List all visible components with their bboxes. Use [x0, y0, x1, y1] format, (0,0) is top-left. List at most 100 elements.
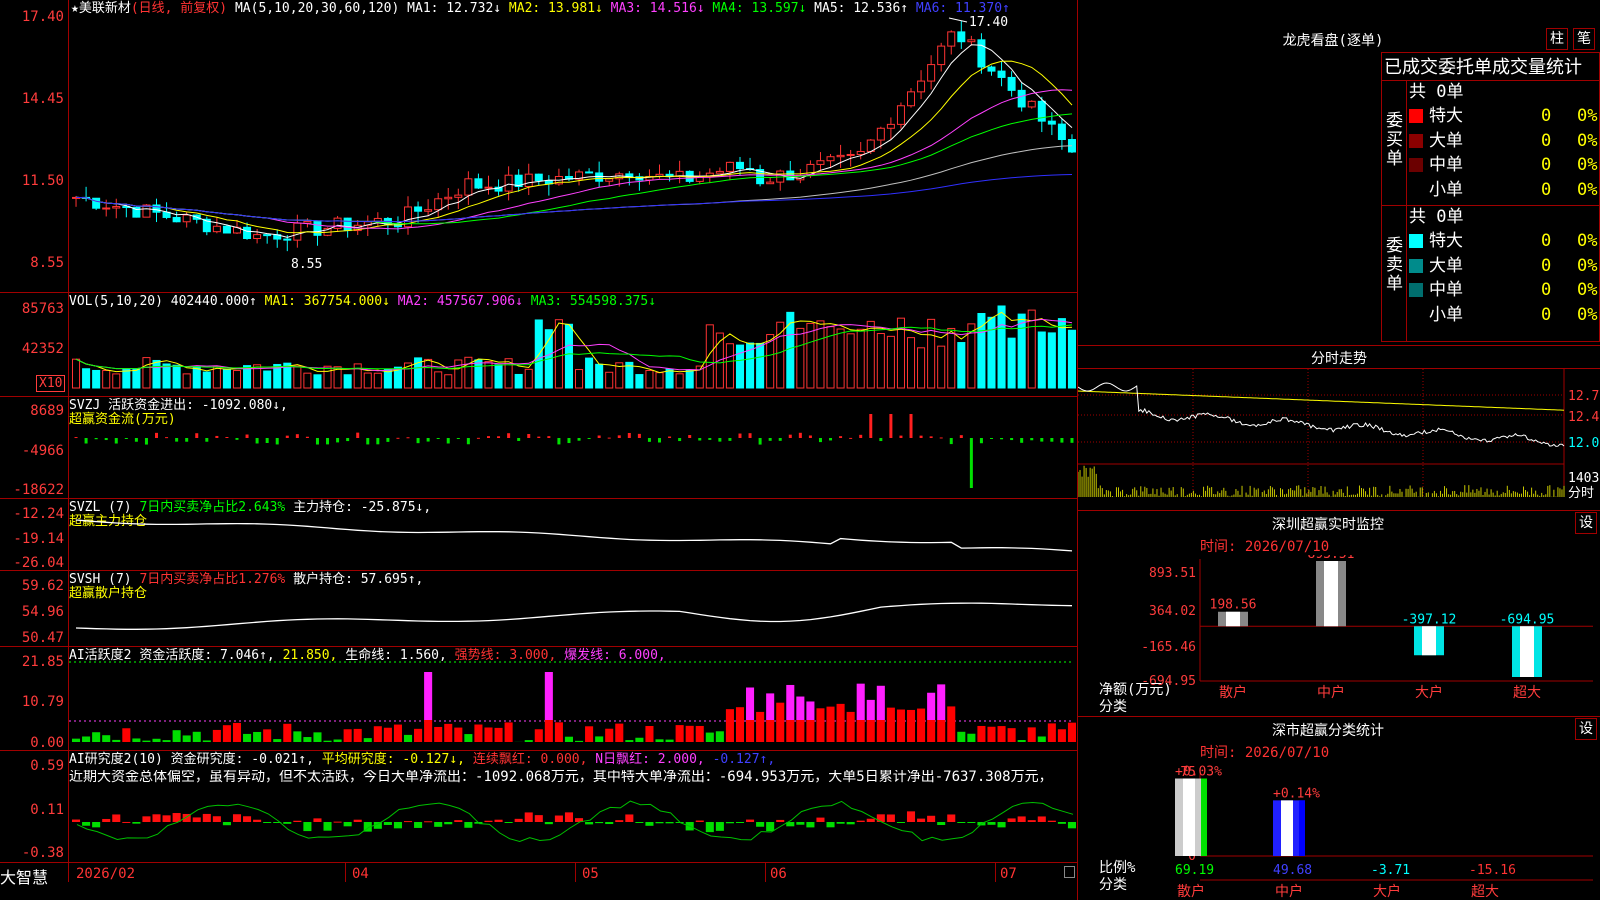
svzj-axis-label: 8689 — [30, 403, 64, 419]
date-label: 04 — [352, 866, 369, 882]
candle-body — [303, 220, 312, 224]
active-bar — [112, 739, 121, 742]
candle-body — [816, 160, 825, 165]
volume-bar — [222, 368, 231, 389]
research-bar — [393, 822, 402, 829]
order-pct: 0% — [1577, 231, 1598, 251]
settings-button[interactable]: 设 — [1575, 718, 1597, 740]
active-bar — [253, 731, 262, 742]
research-bar — [454, 820, 463, 822]
price-axis-label: 8.55 — [30, 255, 64, 271]
research-bar — [253, 819, 262, 822]
sell-total: 共 0单 — [1409, 207, 1464, 227]
retail-position-chart[interactable] — [69, 572, 1077, 646]
research-bar — [434, 822, 443, 827]
price-candle-chart[interactable]: 17.40 8.55 — [69, 0, 1077, 292]
active-bar — [655, 739, 664, 742]
candle-body — [293, 222, 302, 241]
volume-bar — [353, 363, 362, 389]
volume-chart[interactable] — [69, 296, 1077, 396]
volume-bar — [725, 343, 734, 389]
flow-bar — [215, 435, 219, 438]
research-bar — [112, 814, 121, 822]
flow-bar — [175, 438, 179, 442]
active-bar — [746, 687, 755, 720]
active-bar — [303, 737, 312, 742]
candle-body — [886, 123, 895, 129]
active-bar — [544, 672, 553, 720]
active-bar — [554, 722, 563, 742]
volume-bar — [705, 324, 714, 389]
order-pct: 0% — [1577, 179, 1598, 200]
active-bar — [876, 685, 885, 720]
volume-bar — [796, 327, 805, 389]
volume-bar — [112, 373, 121, 389]
volume-bar — [313, 374, 322, 389]
fund-flow-chart[interactable] — [69, 398, 1077, 498]
ai-active-axis-label: 0.00 — [30, 735, 64, 751]
active-bar — [665, 739, 674, 742]
volume-bar — [605, 371, 614, 389]
svsh-axis-label: 54.96 — [21, 604, 64, 620]
research-bar — [192, 817, 201, 822]
research-bar — [836, 822, 845, 824]
brand-logo: 大智慧 — [0, 868, 49, 887]
color-swatch — [1409, 258, 1423, 273]
flow-bar — [195, 433, 199, 438]
active-bar — [333, 739, 342, 742]
monitor-bar-highlight — [1324, 561, 1338, 627]
flow-bar — [849, 437, 853, 439]
research-bar — [1007, 818, 1016, 822]
ai-active-chart[interactable] — [69, 648, 1077, 750]
flow-bar — [979, 438, 983, 444]
research-bar — [997, 822, 1006, 828]
date-label: 07 — [1000, 866, 1017, 882]
class-bar-highlight — [1183, 778, 1195, 856]
monitor-bar-highlight — [1422, 626, 1436, 656]
tab-bar-chart[interactable]: 柱 — [1546, 28, 1568, 50]
active-bar — [967, 733, 976, 742]
monitor-value-label: 893.51 — [1308, 555, 1355, 562]
active-bar — [796, 720, 805, 742]
ai-research-chart[interactable] — [69, 752, 1077, 862]
order-count: 0 — [1541, 304, 1552, 325]
monitor-bar-highlight — [1520, 626, 1534, 677]
sz-class-chart[interactable]: 75 50 25 0 69.19散户+0.03%49.68中户+0.14%-3.… — [1078, 760, 1600, 900]
flow-bar — [486, 436, 490, 438]
intraday-chart[interactable]: 12.73 12.41 12.09 14035 分时 — [1078, 369, 1600, 509]
active-bar — [424, 672, 433, 720]
active-bar — [182, 735, 191, 742]
active-bar — [836, 703, 845, 742]
research-bar — [544, 822, 553, 825]
price-axis-label: 17.40 — [21, 9, 64, 25]
candle-body — [464, 178, 473, 196]
candle-body — [937, 45, 946, 66]
volume-bar — [1067, 329, 1077, 389]
settings-button[interactable]: 设 — [1575, 512, 1597, 534]
candle-body — [585, 171, 594, 174]
active-bar — [856, 683, 865, 720]
research-bar — [403, 821, 413, 823]
candle-body — [102, 207, 111, 210]
research-bar — [383, 822, 392, 825]
flow-bar — [577, 438, 581, 441]
active-bar — [856, 720, 865, 742]
color-swatch — [1409, 133, 1423, 148]
order-count: 0 — [1541, 280, 1552, 300]
flow-bar — [798, 432, 802, 438]
flow-bar — [658, 438, 662, 443]
volume-bar — [585, 357, 594, 389]
lock-icon[interactable] — [1064, 866, 1075, 878]
date-label: 2026/02 — [76, 866, 136, 882]
volume-bar — [564, 323, 574, 389]
flow-bar — [627, 432, 631, 438]
candle-body — [605, 178, 614, 182]
order-row: 小单 0 0% — [1409, 305, 1599, 325]
main-position-chart[interactable] — [69, 500, 1077, 570]
flow-bar — [1060, 438, 1064, 443]
tab-tick-detail[interactable]: 笔 — [1573, 28, 1595, 50]
flow-bar — [567, 438, 571, 444]
candle-body — [1057, 123, 1066, 141]
volume-bar — [92, 369, 101, 389]
active-bar — [866, 699, 875, 720]
